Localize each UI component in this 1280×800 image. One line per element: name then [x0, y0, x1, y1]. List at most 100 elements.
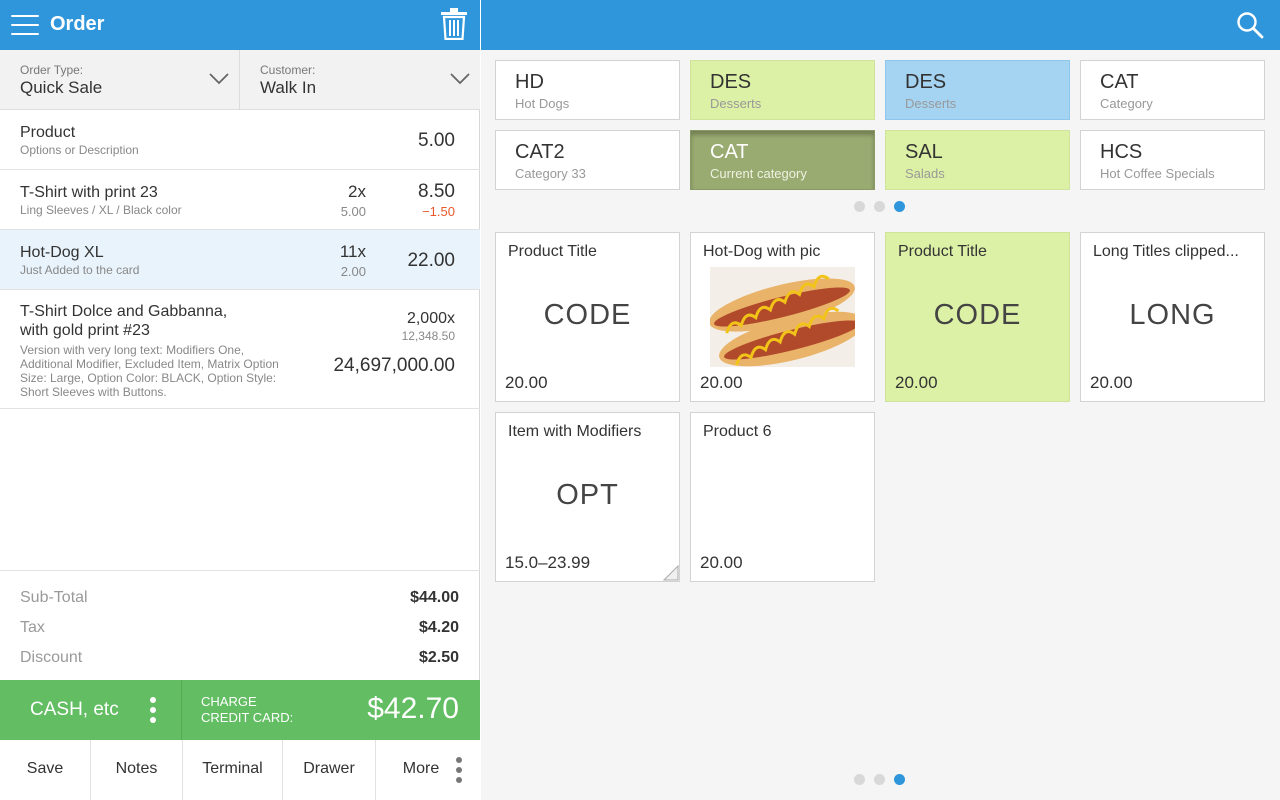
product-price: 20.00: [895, 373, 938, 392]
page-dot-active[interactable]: [894, 774, 905, 785]
action-bar: Save Notes Terminal Drawer More: [0, 740, 480, 800]
product-title: Item with Modifiers: [508, 423, 642, 440]
line-item-selected[interactable]: Hot-Dog XL Just Added to the card 11x 2.…: [0, 230, 480, 290]
category-name: Hot Dogs: [515, 96, 570, 111]
category-name: Category 33: [515, 166, 586, 181]
cash-button[interactable]: CASH, etc: [0, 680, 182, 740]
product-tile[interactable]: Product 6 20.00: [690, 412, 875, 582]
product-title: Long Titles clipped...: [1093, 243, 1239, 260]
payment-bar: CASH, etc CHARGE CREDIT CARD: $42.70: [0, 680, 480, 740]
subtotal-row: Sub-Total $44.00: [0, 582, 480, 612]
product-tile[interactable]: Product Title CODE 20.00: [885, 232, 1070, 402]
line-item[interactable]: Product Options or Description 5.00: [0, 110, 480, 170]
line-item-description: Options or Description: [20, 143, 139, 157]
hot-dog-image: [710, 267, 855, 367]
customer-label: Customer:: [260, 63, 316, 77]
category-name: Salads: [905, 166, 945, 181]
cash-label: CASH, etc: [30, 699, 119, 720]
customer-select[interactable]: Customer: Walk In: [240, 50, 480, 110]
drawer-button[interactable]: Drawer: [283, 740, 376, 800]
hamburger-menu-icon[interactable]: [11, 13, 39, 37]
chevron-down-icon: [209, 73, 229, 85]
category-pager: [854, 201, 914, 213]
order-selectors: Order Type: Quick Sale Customer: Walk In: [0, 50, 480, 110]
discount-value: $2.50: [418, 649, 459, 666]
page-dot[interactable]: [854, 774, 865, 785]
charge-credit-card-button[interactable]: CHARGE CREDIT CARD: $42.70: [183, 680, 480, 740]
more-button[interactable]: More: [376, 740, 480, 800]
chevron-down-icon: [450, 73, 470, 85]
line-item-description-line4: Short Sleeves with Buttons.: [20, 385, 167, 399]
product-price: 20.00: [505, 373, 548, 392]
order-type-select[interactable]: Order Type: Quick Sale: [0, 50, 240, 110]
order-header: Order: [0, 0, 480, 50]
product-tile[interactable]: Hot-Dog with pic 20.00: [690, 232, 875, 402]
category-name: Current category: [710, 166, 807, 181]
product-price: 20.00: [700, 373, 743, 392]
product-pager: [854, 774, 914, 786]
line-item-description: Just Added to the card: [20, 263, 140, 277]
tax-label: Tax: [20, 619, 45, 636]
category-tile[interactable]: CAT Category: [1080, 60, 1265, 120]
category-code: SAL: [905, 141, 943, 163]
category-code: HCS: [1100, 141, 1143, 163]
subtotal-label: Sub-Total: [20, 589, 88, 606]
category-name: Hot Coffee Specials: [1100, 166, 1215, 181]
category-name: Desserts: [710, 96, 762, 111]
line-item[interactable]: T-Shirt with print 23 Ling Sleeves / XL …: [0, 170, 480, 230]
category-code: CAT: [710, 141, 749, 163]
page-dot[interactable]: [874, 774, 885, 785]
product-title: Product Title: [508, 243, 597, 260]
category-tile[interactable]: DES Desserts: [885, 60, 1070, 120]
line-item-name: T-Shirt Dolce and Gabbanna,: [20, 303, 228, 320]
terminal-button[interactable]: Terminal: [183, 740, 283, 800]
category-code: CAT2: [515, 141, 565, 163]
line-item-name: Product: [20, 124, 76, 141]
more-vert-icon[interactable]: [150, 697, 156, 723]
category-tile[interactable]: HCS Hot Coffee Specials: [1080, 130, 1265, 190]
category-tile[interactable]: DES Desserts: [690, 60, 875, 120]
order-panel: Order Order Type: Quick Sale Customer: W…: [0, 0, 480, 800]
category-name: Desserts: [905, 96, 957, 111]
line-item-description-line2: Additional Modifier, Excluded Item, Matr…: [20, 357, 279, 371]
line-item-total: 8.50: [418, 181, 455, 202]
category-tile-current[interactable]: CAT Current category: [690, 130, 875, 190]
order-type-value: Quick Sale: [20, 78, 103, 97]
page-dot-active[interactable]: [894, 201, 905, 212]
tax-value: $4.20: [418, 619, 459, 636]
product-title: Product Title: [898, 243, 987, 260]
product-code: OPT: [556, 479, 619, 511]
more-vert-icon: [456, 757, 462, 783]
product-code: LONG: [1129, 299, 1216, 331]
line-item-total: 5.00: [418, 130, 455, 151]
line-item[interactable]: T-Shirt Dolce and Gabbanna, with gold pr…: [0, 290, 480, 409]
product-tile[interactable]: Product Title CODE 20.00: [495, 232, 680, 402]
customer-value: Walk In: [260, 78, 317, 97]
line-item-discount: −1.50: [422, 204, 455, 219]
charge-label: CHARGE: [201, 694, 257, 709]
line-item-description-line3: Size: Large, Option Color: BLACK, Option…: [20, 371, 277, 385]
trash-icon[interactable]: [440, 8, 468, 40]
category-code: DES: [710, 71, 752, 93]
notes-button[interactable]: Notes: [91, 740, 183, 800]
category-code: CAT: [1100, 71, 1139, 93]
product-tile[interactable]: Long Titles clipped... LONG 20.00: [1080, 232, 1265, 402]
product-tile[interactable]: Item with Modifiers OPT 15.0–23.99: [495, 412, 680, 582]
product-code: CODE: [933, 299, 1022, 331]
category-tile[interactable]: HD Hot Dogs: [495, 60, 680, 120]
line-item-qty: 2x: [348, 182, 366, 201]
search-icon[interactable]: [1236, 11, 1264, 39]
catalog-header: [481, 0, 1280, 50]
order-totals: Sub-Total $44.00 Tax $4.20 Discount $2.5…: [0, 570, 480, 680]
line-item-total: 22.00: [407, 250, 455, 271]
catalog-panel: HD Hot Dogs DES Desserts DES Desserts CA…: [481, 50, 1280, 800]
modifiers-corner-icon: [663, 565, 679, 581]
category-tile[interactable]: CAT2 Category 33: [495, 130, 680, 190]
line-item-unit-price: 12,348.50: [401, 329, 455, 343]
line-item-unit-price: 5.00: [340, 204, 366, 219]
category-tile[interactable]: SAL Salads: [885, 130, 1070, 190]
save-button[interactable]: Save: [0, 740, 91, 800]
subtotal-value: $44.00: [410, 589, 459, 606]
page-dot[interactable]: [874, 201, 885, 212]
page-dot[interactable]: [854, 201, 865, 212]
